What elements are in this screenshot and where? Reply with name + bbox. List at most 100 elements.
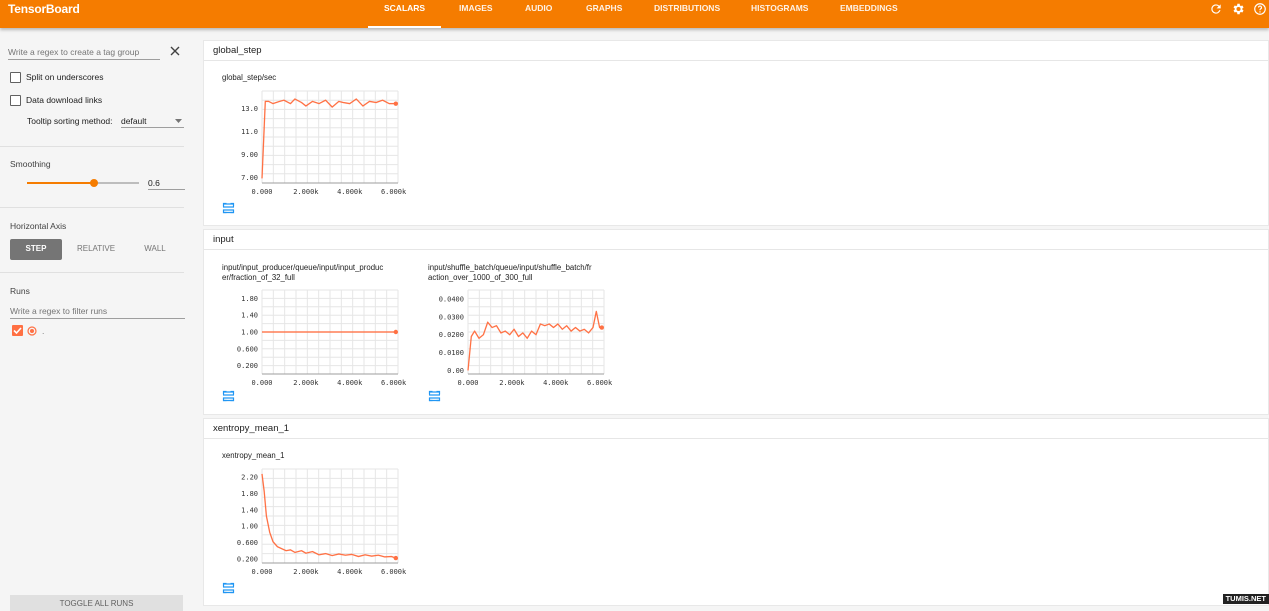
tab-histograms[interactable]: HISTOGRAMS (733, 0, 822, 28)
x-tick-label: 0.000 (251, 188, 272, 196)
y-tick-label: 0.0100 (439, 349, 464, 357)
data-list-icon[interactable] (223, 583, 234, 594)
chart-title: xentropy_mean_1 (222, 451, 285, 460)
tab-distributions[interactable]: DISTRIBUTIONS (636, 0, 733, 28)
series-endpoint (393, 555, 399, 561)
smoothing-value: 0.6 (148, 178, 160, 188)
y-tick-label: 0.00 (447, 367, 464, 375)
app-title: TensorBoard (8, 2, 80, 16)
run-name: . (42, 326, 45, 336)
y-tick-label: 0.200 (237, 555, 258, 563)
y-tick-label: 13.0 (241, 105, 258, 113)
section-header[interactable]: global_step (204, 41, 1268, 61)
x-tick-label: 4.000k (543, 379, 569, 387)
section-title: global_step (213, 45, 262, 56)
runs-title: Runs (10, 286, 30, 296)
series-endpoint (393, 329, 399, 335)
line-chart[interactable]: 13.0 11.0 9.00 7.00 0.000 2.000k 4.000k 6.000k (218, 87, 408, 199)
tab-images[interactable]: IMAGES (441, 0, 507, 28)
smoothing-value-input[interactable]: 0.6 (148, 177, 185, 190)
slider-thumb[interactable] (90, 179, 98, 187)
data-download-label: Data download links (26, 95, 103, 105)
y-tick-label: 1.40 (241, 506, 258, 514)
section-header[interactable]: xentropy_mean_1 (204, 419, 1268, 439)
x-tick-label: 4.000k (337, 568, 363, 576)
y-tick-label: 1.40 (241, 312, 258, 320)
y-tick-label: 0.0300 (439, 313, 464, 321)
chart-card: input/shuffle_batch/queue/input/shuffle_… (424, 263, 614, 413)
close-icon[interactable] (170, 46, 180, 56)
line-chart[interactable]: 0.0400 0.0300 0.0200 0.0100 0.00 0.000 2.000k 4… (424, 286, 614, 390)
top-app-bar: TensorBoard SCALARS IMAGES AUDIO GRAPHS … (0, 0, 1269, 28)
tab-embeddings[interactable]: EMBEDDINGS (822, 0, 922, 28)
tab-scalars[interactable]: SCALARS (368, 0, 441, 28)
y-tick-label: 9.00 (241, 151, 258, 159)
divider (0, 146, 184, 147)
section-xentropy: xentropy_mean_1 xentropy_mean_1 2.20 1.80… (203, 418, 1269, 606)
slider-fill (27, 182, 94, 184)
tag-group-regex-input[interactable] (8, 44, 160, 60)
x-tick-label: 2.000k (499, 379, 525, 387)
line-chart[interactable]: 1.80 1.40 1.00 0.600 0.200 0.000 2.000k 4.000k 6… (218, 286, 408, 390)
run-color-radio-icon[interactable] (27, 326, 37, 336)
x-tick-label: 2.000k (293, 379, 319, 387)
main-tabs: SCALARS IMAGES AUDIO GRAPHS DISTRIBUTION… (368, 0, 922, 28)
tooltip-sort-label: Tooltip sorting method: (27, 116, 113, 126)
tab-graphs[interactable]: GRAPHS (568, 0, 636, 28)
x-tick-label: 6.000k (381, 379, 407, 387)
x-tick-label: 6.000k (381, 188, 407, 196)
series-endpoint (393, 101, 399, 106)
divider (0, 272, 184, 273)
chart-card: input/input_producer/queue/input/input_p… (218, 263, 408, 413)
run-checkbox[interactable] (12, 325, 23, 336)
y-tick-label: 7.00 (241, 174, 258, 182)
section-global-step: global_step global_step/sec 13.0 11.0 9.00… (203, 40, 1269, 226)
sidebar: Split on underscores Data download links… (0, 32, 194, 611)
x-tick-label: 0.000 (251, 568, 272, 576)
section-title: input (213, 234, 234, 245)
section-header[interactable]: input (204, 230, 1268, 250)
data-list-icon[interactable] (223, 391, 234, 402)
toggle-all-runs-button[interactable]: TOGGLE ALL RUNS (10, 595, 183, 611)
data-download-checkbox[interactable] (10, 95, 21, 106)
settings-icon[interactable] (1231, 2, 1245, 16)
chart-title: input/input_producer/queue/input/input_p… (222, 263, 384, 282)
y-tick-label: 0.600 (237, 539, 258, 547)
divider (0, 207, 184, 208)
axis-relative-button[interactable]: RELATIVE (70, 239, 122, 260)
x-tick-label: 0.000 (251, 379, 272, 387)
watermark: TUMIS.NET (1222, 594, 1269, 604)
refresh-icon[interactable] (1209, 2, 1223, 16)
axis-wall-button[interactable]: WALL (130, 239, 180, 260)
y-tick-label: 1.00 (241, 329, 258, 337)
tab-audio[interactable]: AUDIO (507, 0, 568, 28)
chart-card: xentropy_mean_1 2.20 1.80 1.40 1.00 0.600 0.2… (218, 451, 408, 603)
help-icon[interactable] (1253, 2, 1267, 16)
y-tick-label: 0.0400 (439, 295, 464, 303)
x-tick-label: 6.000k (587, 379, 613, 387)
line-chart[interactable]: 2.20 1.80 1.40 1.00 0.600 0.200 0.000 2.000k 4.0… (218, 465, 408, 579)
x-tick-label: 4.000k (337, 188, 363, 196)
runs-filter-input[interactable] (10, 303, 185, 319)
data-list-icon[interactable] (223, 203, 234, 214)
y-tick-label: 0.600 (237, 345, 258, 353)
chart-card: global_step/sec 13.0 11.0 9.00 7.00 0.000 2.0… (218, 73, 408, 223)
y-tick-label: 1.00 (241, 523, 258, 531)
split-underscores-checkbox[interactable] (10, 72, 21, 83)
smoothing-title: Smoothing (10, 159, 51, 169)
section-title: xentropy_mean_1 (213, 423, 290, 434)
check-icon (13, 327, 22, 335)
x-tick-label: 2.000k (293, 568, 319, 576)
x-tick-label: 2.000k (293, 188, 319, 196)
data-list-icon[interactable] (429, 391, 440, 402)
x-tick-label: 4.000k (337, 379, 363, 387)
horizontal-axis-title: Horizontal Axis (10, 221, 67, 231)
y-tick-label: 1.80 (241, 295, 258, 303)
axis-step-button[interactable]: STEP (10, 239, 62, 260)
y-tick-label: 1.80 (241, 490, 258, 498)
section-input: input input/input_producer/queue/input/i… (203, 229, 1269, 415)
x-tick-label: 0.000 (457, 379, 478, 387)
split-underscores-label: Split on underscores (26, 72, 104, 82)
y-tick-label: 2.20 (241, 474, 258, 482)
tooltip-sort-select[interactable]: default (121, 113, 184, 128)
